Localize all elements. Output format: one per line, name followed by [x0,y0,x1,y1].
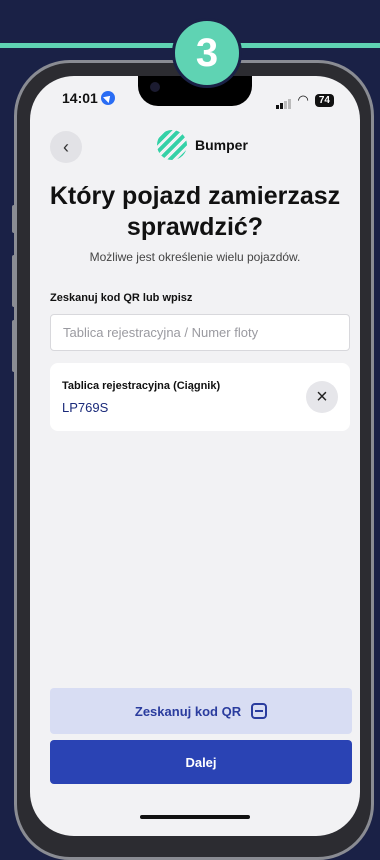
status-time-text: 14:01 [62,90,98,106]
scan-qr-button[interactable]: Zeskanuj kod QR [50,688,352,734]
vehicle-plate: LP769S [62,400,109,415]
accent-line-left [0,43,180,48]
back-button[interactable]: ‹ [50,131,82,163]
phone-side-button [12,255,16,307]
home-indicator [140,815,250,819]
next-button[interactable]: Dalej [50,740,352,784]
plate-input[interactable] [50,314,350,351]
battery-icon: 74 [314,93,334,107]
close-icon: × [316,385,328,408]
location-icon [100,91,115,105]
vehicle-card: Tablica rejestracyjna (Ciągnik) LP769S × [50,363,350,431]
status-bar: 14:01 ◠ 74 [30,90,360,110]
step-badge: 3 [172,18,242,88]
vehicle-label: Tablica rejestracyjna (Ciągnik) [62,380,221,392]
page-title: Który pojazd zamierzasz sprawdzić? [49,182,341,241]
signal-icon [275,91,292,109]
remove-vehicle-button[interactable]: × [306,381,338,413]
phone-side-button [12,205,16,233]
page-subtitle: Możliwe jest określenie wielu pojazdów. [89,250,301,264]
bumper-logo-icon [157,130,187,160]
app-screen: 14:01 ◠ 74 ‹ Bumper Który pojazd zamierz… [30,76,360,836]
chevron-left-icon: ‹ [63,136,69,157]
accent-line-right [230,43,380,48]
phone-side-button [12,320,16,372]
wifi-icon: ◠ [297,92,309,107]
scan-qr-label: Zeskanuj kod QR [134,703,242,719]
status-time: 14:01 [62,90,115,106]
brand-name: Bumper [195,137,248,153]
scan-label: Zeskanuj kod QR lub wpisz [50,292,193,304]
qr-scan-icon [251,703,268,719]
brand: Bumper [157,130,248,160]
